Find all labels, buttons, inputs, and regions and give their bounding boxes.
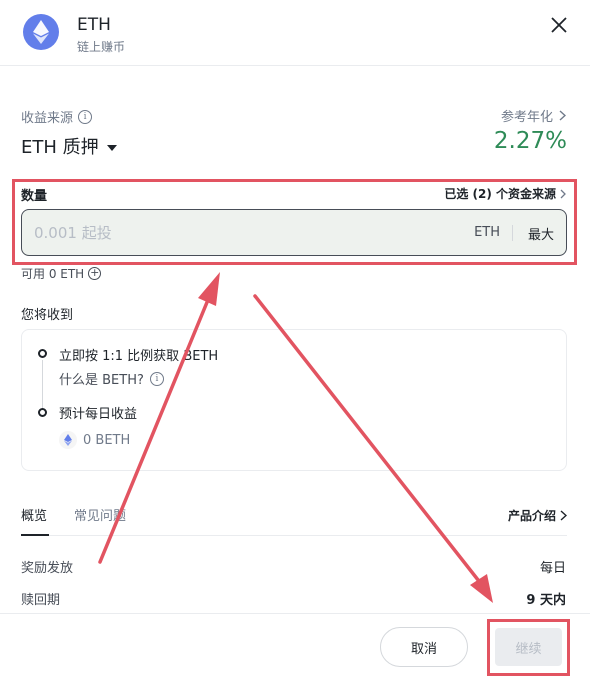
selected-sources-link[interactable]: 已选 (2) 个资金来源 bbox=[444, 185, 566, 202]
info-icon: i bbox=[149, 371, 164, 386]
daily-earnings: 0 BETH bbox=[59, 431, 130, 449]
selected-sources-text: 已选 (2) 个资金来源 bbox=[444, 187, 556, 201]
unit-divider bbox=[512, 225, 513, 241]
apr-label-text: 参考年化 bbox=[500, 110, 553, 125]
info-tabs: 概览 常见问题 产品介绍 bbox=[21, 505, 567, 536]
timeline-dot bbox=[38, 408, 47, 417]
source-value: ETH 质押 bbox=[21, 137, 99, 158]
apr-value: 2.27% bbox=[493, 128, 567, 154]
reward-label: 奖励发放 bbox=[21, 561, 74, 576]
amount-label: 数量 bbox=[21, 189, 48, 204]
available-text: 可用 0 ETH bbox=[21, 267, 85, 281]
cancel-button[interactable]: 取消 bbox=[380, 627, 468, 667]
coin-subtitle: 链上赚币 bbox=[77, 40, 126, 54]
source-label-text: 收益来源 bbox=[21, 111, 74, 126]
timeline-line bbox=[42, 360, 43, 408]
timeline-dot bbox=[38, 349, 47, 358]
source-select[interactable]: ETH 质押 bbox=[21, 133, 117, 159]
reward-value: 每日 bbox=[539, 561, 566, 576]
receive-card: 立即按 1:1 比例获取 BETH 什么是 BETH? i 预计每日收益 0 B… bbox=[21, 329, 567, 471]
daily-earnings-value: 0 BETH bbox=[83, 432, 131, 448]
eth-logo-icon bbox=[23, 14, 59, 50]
redeem-value: 9 天内 bbox=[526, 593, 566, 608]
caret-down-icon bbox=[106, 145, 117, 151]
chevron-right-icon bbox=[560, 510, 567, 521]
amount-input[interactable] bbox=[34, 222, 434, 244]
what-is-beth-link[interactable]: 什么是 BETH? i bbox=[59, 369, 164, 388]
info-icon[interactable]: i bbox=[78, 109, 93, 124]
apr-label[interactable]: 参考年化 bbox=[501, 106, 566, 125]
amount-unit: ETH bbox=[474, 225, 500, 240]
receive-step-2: 预计每日收益 bbox=[59, 407, 138, 422]
modal-footer: 取消 继续 bbox=[0, 613, 590, 681]
receive-title: 您将收到 bbox=[21, 308, 74, 323]
source-label: 收益来源 i bbox=[21, 107, 93, 126]
chevron-right-icon bbox=[560, 189, 566, 198]
product-intro-link[interactable]: 产品介绍 bbox=[508, 507, 567, 524]
add-funds-icon[interactable]: + bbox=[88, 267, 102, 280]
what-is-beth-text: 什么是 BETH? bbox=[59, 373, 144, 388]
close-icon[interactable] bbox=[548, 14, 570, 36]
tab-overview[interactable]: 概览 bbox=[21, 505, 49, 536]
available-balance: 可用 0 ETH + bbox=[21, 265, 102, 282]
modal-header: ETH 链上赚币 bbox=[0, 0, 590, 66]
amount-input-box[interactable]: ETH 最大 bbox=[21, 209, 567, 256]
redeem-label: 赎回期 bbox=[21, 593, 61, 608]
receive-step-1: 立即按 1:1 比例获取 BETH bbox=[59, 349, 219, 364]
tab-faq[interactable]: 常见问题 bbox=[74, 505, 126, 536]
annotation-highlight-continue: 继续 bbox=[487, 619, 570, 676]
product-intro-text: 产品介绍 bbox=[507, 509, 556, 523]
chevron-right-icon bbox=[559, 110, 566, 121]
max-button[interactable]: 最大 bbox=[528, 224, 554, 243]
coin-title: ETH bbox=[77, 15, 111, 35]
eth-small-icon bbox=[59, 431, 77, 449]
continue-button[interactable]: 继续 bbox=[495, 628, 562, 666]
